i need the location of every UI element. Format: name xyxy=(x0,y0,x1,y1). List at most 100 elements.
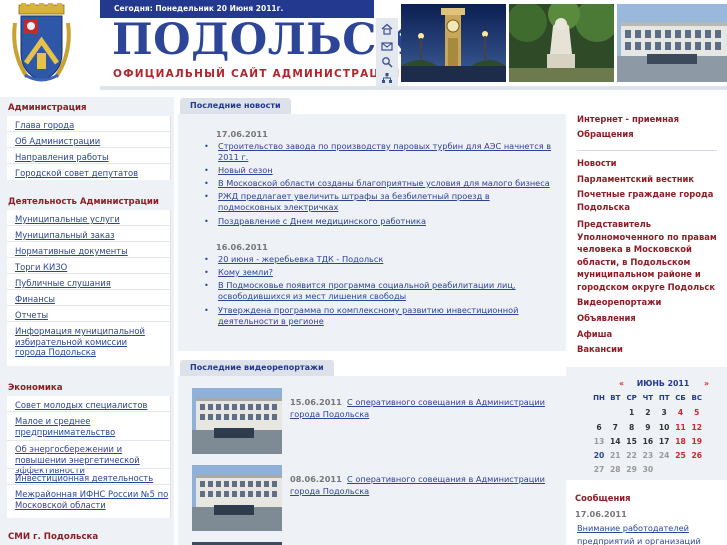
link-internet-reception[interactable]: Интернет - приемная xyxy=(577,112,717,128)
calendar-day[interactable]: 9 xyxy=(641,423,655,432)
calendar-day[interactable]: 28 xyxy=(608,465,622,474)
link-appeals[interactable]: Обращения xyxy=(577,127,717,143)
calendar-day[interactable]: 2 xyxy=(641,408,655,417)
calendar-day[interactable]: 29 xyxy=(625,465,639,474)
calendar-day[interactable]: 25 xyxy=(674,451,688,460)
news-item[interactable]: • Поздравление с Днем медицинского работ… xyxy=(204,216,554,227)
news-link[interactable]: В Московской области созданы благоприятн… xyxy=(204,178,554,189)
calendar-grid: ПН ВТ СР ЧТ ПТ СБ ВС 1 2 3 4 5 6 7 8 9 10 11 12 13 14 15 16 17 1… xyxy=(592,394,725,480)
link-human-rights-representative[interactable]: Представитель Уполномоченного по правам … xyxy=(577,218,717,293)
news-link[interactable]: Кому земли? xyxy=(204,267,554,278)
calendar-day[interactable]: 10 xyxy=(657,423,671,432)
menu-item-reports[interactable]: Отчеты xyxy=(7,310,48,321)
menu-item-investment-activity[interactable]: Инвестиционная деятельность xyxy=(7,473,153,484)
menu-divider xyxy=(7,131,171,132)
news-item[interactable]: • 20 июня - жеребьевка ТДК - Подольск xyxy=(204,254,554,265)
link-vacancies[interactable]: Вакансии xyxy=(577,342,717,358)
calendar-day[interactable]: 24 xyxy=(657,451,671,460)
calendar-day[interactable]: 3 xyxy=(657,408,671,417)
link-honorary-citizens[interactable]: Почетные граждане города Подольска xyxy=(577,188,717,213)
city-crest-logo[interactable] xyxy=(11,3,72,86)
news-link[interactable]: 20 июня - жеребьевка ТДК - Подольск xyxy=(204,254,554,265)
bullet-icon: • xyxy=(204,305,209,315)
menu-item-young-specialists[interactable]: Совет молодых специалистов xyxy=(7,400,147,411)
menu-item-municipal-order[interactable]: Муниципальный заказ xyxy=(7,230,115,241)
menu-item-work-directions[interactable]: Направления работы xyxy=(7,152,109,163)
calendar-next-button[interactable]: » xyxy=(704,379,709,388)
menu-item-public-hearings[interactable]: Публичные слушания xyxy=(7,278,111,289)
sitemap-icon[interactable] xyxy=(381,72,393,84)
calendar-day[interactable]: 12 xyxy=(690,423,704,432)
calendar-day[interactable]: 6 xyxy=(592,423,606,432)
menu-item-about-administration[interactable]: Об Администрации xyxy=(7,136,100,147)
search-icon[interactable] xyxy=(381,56,393,68)
news-item[interactable]: • РЖД предлагает увеличить штрафы за без… xyxy=(204,191,554,213)
news-link[interactable]: Утверждена программа по комплексному раз… xyxy=(204,305,554,327)
calendar-day[interactable]: 27 xyxy=(592,465,606,474)
menu-item-city-council[interactable]: Городской совет депутатов xyxy=(7,168,138,179)
link-announcements[interactable]: Объявления xyxy=(577,311,717,327)
calendar-day[interactable]: 7 xyxy=(608,423,622,432)
administration-building-photo xyxy=(617,4,727,82)
news-item[interactable]: • Утверждена программа по комплексному р… xyxy=(204,305,554,327)
mail-icon[interactable] xyxy=(381,40,393,52)
video-item[interactable]: 15.06.2011 С оперативного совещания в Ад… xyxy=(192,384,562,456)
news-item[interactable]: • Новый сезон xyxy=(204,165,554,176)
news-item[interactable]: • Кому земли? xyxy=(204,267,554,278)
news-link[interactable]: Новый сезон xyxy=(204,165,554,176)
news-date: 16.06.2011 xyxy=(216,242,268,252)
news-link[interactable]: РЖД предлагает увеличить штрафы за безби… xyxy=(204,191,554,213)
calendar-day[interactable]: 15 xyxy=(625,437,639,446)
calendar-day[interactable]: 18 xyxy=(674,437,688,446)
bullet-icon: • xyxy=(204,216,209,226)
news-link[interactable]: Поздравление с Днем медицинского работни… xyxy=(204,216,554,227)
calendar-prev-button[interactable]: « xyxy=(619,379,624,388)
link-parliament-herald[interactable]: Парламентский вестник xyxy=(577,172,717,188)
calendar-day[interactable]: 30 xyxy=(641,465,655,474)
menu-item-tax-inspection[interactable]: Межрайонная ИФНС России №5 по Московской… xyxy=(7,489,169,510)
calendar-day[interactable]: 23 xyxy=(641,451,655,460)
calendar-day[interactable]: 4 xyxy=(674,408,688,417)
calendar-day[interactable]: 17 xyxy=(657,437,671,446)
calendar-day[interactable]: 11 xyxy=(674,423,688,432)
calendar-day[interactable]: 14 xyxy=(608,437,622,446)
menu-item-kizo-auctions[interactable]: Торги КИЗО xyxy=(7,262,67,273)
video-thumbnail[interactable] xyxy=(192,388,282,454)
video-item[interactable] xyxy=(192,538,562,545)
menu-item-head-of-city[interactable]: Глава города xyxy=(7,120,74,131)
bullet-icon: • xyxy=(204,267,209,277)
link-news[interactable]: Новости xyxy=(577,156,717,172)
calendar-day[interactable]: 1 xyxy=(625,408,639,417)
news-item[interactable]: • Строительство завода по производству п… xyxy=(204,141,554,163)
news-link[interactable]: Строительство завода по производству пар… xyxy=(204,141,554,163)
tab-latest-news[interactable]: Последние новости xyxy=(180,98,291,114)
video-item[interactable]: 08.06.2011 С оперативного совещания в Ад… xyxy=(192,461,562,533)
menu-item-municipal-services[interactable]: Муниципальные услуги xyxy=(7,214,120,225)
news-link[interactable]: В Подмосковье появится программа социаль… xyxy=(204,280,554,302)
news-item[interactable]: • В Подмосковье появится программа социа… xyxy=(204,280,554,302)
calendar-week-row: 20 21 22 23 24 25 26 xyxy=(592,451,725,465)
calendar-day[interactable]: 8 xyxy=(625,423,639,432)
calendar-day[interactable]: 19 xyxy=(690,437,704,446)
calendar-day[interactable]: 20 xyxy=(592,451,606,460)
calendar-day[interactable]: 26 xyxy=(690,451,704,460)
menu-item-small-business[interactable]: Малое и среднее предпринимательство xyxy=(7,416,157,437)
menu-item-energy-saving[interactable]: Об энергосбережении и повышении энергети… xyxy=(7,444,169,476)
calendar-day[interactable]: 5 xyxy=(690,408,704,417)
menu-divider xyxy=(7,468,171,469)
menu-item-election-commission[interactable]: Информация муниципальной избирательной к… xyxy=(7,326,157,358)
calendar-day[interactable]: 13 xyxy=(592,437,606,446)
home-icon[interactable] xyxy=(381,23,393,35)
news-item[interactable]: • В Московской области созданы благоприя… xyxy=(204,178,554,189)
link-poster[interactable]: Афиша xyxy=(577,327,717,343)
menu-item-normative-documents[interactable]: Нормативные документы xyxy=(7,246,128,257)
link-video-reports[interactable]: Видеорепортажи xyxy=(577,295,717,311)
tab-latest-videos[interactable]: Последние видеорепортажи xyxy=(180,360,334,376)
video-thumbnail[interactable] xyxy=(192,465,282,531)
calendar-day[interactable]: 22 xyxy=(625,451,639,460)
calendar-day[interactable]: 16 xyxy=(641,437,655,446)
menu-item-finance[interactable]: Финансы xyxy=(7,294,55,305)
city-title[interactable]: ПОДОЛЬСК xyxy=(112,19,417,62)
calendar-day[interactable]: 21 xyxy=(608,451,622,460)
message-link[interactable]: Внимание работодателей предприятий и орг… xyxy=(577,522,707,545)
